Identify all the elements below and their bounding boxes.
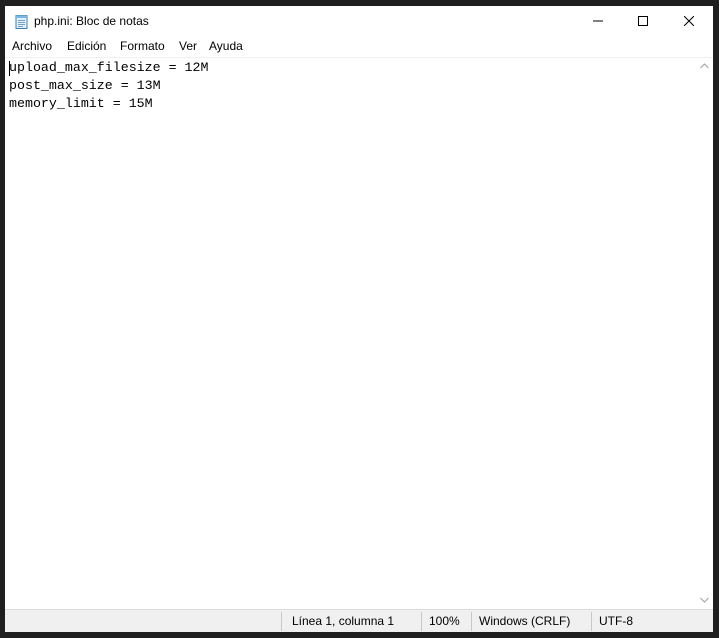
close-button[interactable] <box>666 6 712 36</box>
status-divider <box>421 612 422 631</box>
status-encoding: UTF-8 <box>599 614 633 628</box>
text-caret <box>9 61 10 76</box>
close-icon <box>684 16 694 26</box>
text-editor[interactable]: upload_max_filesize = 12M post_max_size … <box>5 57 713 609</box>
minimize-button[interactable] <box>575 6 621 36</box>
menu-ver[interactable]: Ver <box>179 39 197 53</box>
editor-line[interactable]: post_max_size = 13M <box>9 77 209 95</box>
window-title: php.ini: Bloc de notas <box>34 14 149 28</box>
chevron-up-icon <box>700 63 709 69</box>
status-line-ending: Windows (CRLF) <box>479 614 571 628</box>
status-zoom: 100% <box>429 614 460 628</box>
editor-line[interactable]: upload_max_filesize = 12M <box>9 59 209 77</box>
status-divider <box>281 612 282 631</box>
maximize-icon <box>638 16 648 26</box>
notepad-icon <box>15 14 28 29</box>
minimize-icon <box>593 20 603 22</box>
maximize-button[interactable] <box>620 6 666 36</box>
editor-line[interactable]: memory_limit = 15M <box>9 95 209 113</box>
editor-content[interactable]: upload_max_filesize = 12M post_max_size … <box>9 59 209 113</box>
menu-bar: Archivo Edición Formato Ver Ayuda <box>5 36 713 57</box>
status-divider <box>591 612 592 631</box>
menu-archivo[interactable]: Archivo <box>12 39 52 53</box>
menu-edicion[interactable]: Edición <box>67 39 106 53</box>
scroll-down-button[interactable] <box>696 592 713 609</box>
title-bar[interactable]: php.ini: Bloc de notas <box>5 6 713 36</box>
scroll-up-button[interactable] <box>696 58 713 75</box>
menu-ayuda[interactable]: Ayuda <box>209 39 243 53</box>
menu-formato[interactable]: Formato <box>120 39 165 53</box>
chevron-down-icon <box>700 597 709 603</box>
status-bar: Línea 1, columna 1 100% Windows (CRLF) U… <box>5 609 713 632</box>
status-divider <box>471 612 472 631</box>
vertical-scrollbar[interactable] <box>696 58 713 609</box>
notepad-window: php.ini: Bloc de notas Archivo Edición F… <box>5 6 713 632</box>
status-cursor-position: Línea 1, columna 1 <box>292 614 395 628</box>
